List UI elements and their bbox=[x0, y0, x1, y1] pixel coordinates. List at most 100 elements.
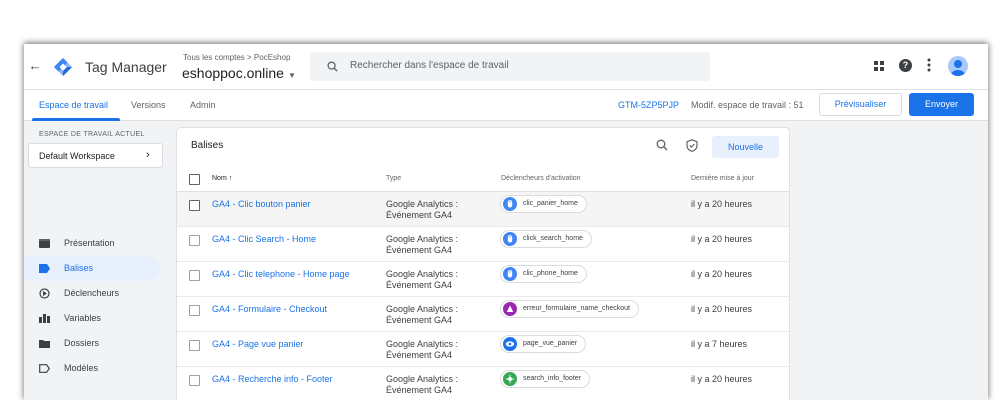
row-checkbox[interactable] bbox=[189, 340, 200, 351]
tag-type-line: Google Analytics : bbox=[386, 304, 459, 314]
click-icon bbox=[503, 197, 517, 211]
click-icon bbox=[503, 232, 517, 246]
custom-event-icon bbox=[503, 302, 517, 316]
tag-type: Google Analytics : Événement GA4 bbox=[386, 269, 496, 291]
trigger-chip[interactable]: search_info_footer bbox=[500, 370, 590, 388]
tab-versions[interactable]: Versions bbox=[131, 100, 166, 110]
sidebar-item-label: Déclencheurs bbox=[64, 288, 120, 298]
sidebar-item-variables[interactable]: Variables bbox=[24, 306, 161, 331]
table-row[interactable]: GA4 - Formulaire - Checkout Google Analyt… bbox=[177, 297, 789, 332]
select-all-checkbox[interactable] bbox=[189, 174, 200, 185]
back-arrow-icon[interactable]: ← bbox=[28, 58, 42, 74]
column-name-header[interactable]: Nom ↑ bbox=[212, 175, 232, 182]
tag-name-link[interactable]: GA4 - Clic telephone - Home page bbox=[212, 269, 350, 279]
sidebar-item-folders[interactable]: Dossiers bbox=[24, 331, 161, 356]
last-edited: il y a 20 heures bbox=[691, 374, 753, 384]
trigger-chip[interactable]: erreur_formulaire_name_checkout bbox=[500, 300, 639, 318]
row-checkbox[interactable] bbox=[189, 200, 200, 211]
table-row[interactable]: GA4 - Page vue panier Google Analytics :É… bbox=[177, 332, 789, 367]
last-edited: il y a 20 heures bbox=[691, 269, 753, 279]
tag-type: Google Analytics : Événement GA4 bbox=[386, 199, 496, 221]
trigger-name: search_info_footer bbox=[523, 375, 581, 382]
template-icon bbox=[39, 364, 50, 373]
trigger-chip[interactable]: click_search_home bbox=[500, 230, 592, 248]
sidebar-item-tags[interactable]: Balises bbox=[24, 256, 161, 281]
sidebar-item-label: Présentation bbox=[64, 238, 115, 248]
workspace-body: ESPACE DE TRAVAIL ACTUEL Default Workspa… bbox=[24, 121, 988, 400]
sidebar-item-overview[interactable]: Présentation bbox=[24, 231, 161, 256]
account-avatar[interactable] bbox=[948, 56, 968, 76]
trigger-name: clic_phone_home bbox=[523, 270, 578, 277]
column-last-edited-header[interactable]: Dernière mise à jour bbox=[691, 175, 754, 182]
row-checkbox[interactable] bbox=[189, 375, 200, 386]
tag-type-line: Événement GA4 bbox=[386, 315, 453, 325]
submit-button[interactable]: Envoyer bbox=[909, 93, 974, 116]
tag-type-line: Événement GA4 bbox=[386, 350, 453, 360]
table-row[interactable]: GA4 - Clic bouton panier Google Analytics… bbox=[177, 192, 789, 227]
shield-check-icon[interactable] bbox=[686, 139, 698, 152]
chevron-down-icon: ▼ bbox=[287, 71, 296, 80]
tag-name-link[interactable]: GA4 - Recherche info - Footer bbox=[212, 374, 333, 384]
tag-type-line: Événement GA4 bbox=[386, 210, 453, 220]
click-icon bbox=[503, 267, 517, 281]
row-checkbox[interactable] bbox=[189, 235, 200, 246]
more-vert-icon[interactable] bbox=[927, 58, 931, 72]
table-row[interactable]: GA4 - Recherche info - Footer Google Anal… bbox=[177, 367, 789, 400]
apps-grid-icon[interactable] bbox=[874, 61, 884, 71]
variables-icon bbox=[39, 314, 50, 323]
table-row[interactable]: GA4 - Clic Search - Home Google Analytics… bbox=[177, 227, 789, 262]
workspace-selector[interactable]: Default Workspace › bbox=[28, 143, 163, 168]
tab-workspace[interactable]: Espace de travail bbox=[39, 100, 108, 110]
search-icon[interactable] bbox=[656, 139, 668, 151]
tag-name-link[interactable]: GA4 - Clic Search - Home bbox=[212, 234, 316, 244]
sidebar-item-triggers[interactable]: Déclencheurs bbox=[24, 281, 161, 306]
container-name: eshoppoc.online bbox=[182, 65, 284, 81]
tag-name-link[interactable]: GA4 - Formulaire - Checkout bbox=[212, 304, 327, 314]
tag-type-line: Google Analytics : bbox=[386, 339, 459, 349]
app-window: ← Tag Manager Tous les comptes > PocEsho… bbox=[24, 44, 988, 400]
last-edited: il y a 20 heures bbox=[691, 234, 753, 244]
tag-name-link[interactable]: GA4 - Page vue panier bbox=[212, 339, 304, 349]
last-edited: il y a 7 heures bbox=[691, 339, 748, 349]
tag-name-link[interactable]: GA4 - Clic bouton panier bbox=[212, 199, 311, 209]
tag-type: Google Analytics : Événement GA4 bbox=[386, 339, 496, 361]
trigger-chip[interactable]: page_vue_panier bbox=[500, 335, 587, 353]
table-row[interactable]: GA4 - Clic telephone - Home page Google A… bbox=[177, 262, 789, 297]
trigger-name: click_search_home bbox=[523, 235, 583, 242]
row-checkbox[interactable] bbox=[189, 270, 200, 281]
tab-admin[interactable]: Admin bbox=[190, 100, 216, 110]
trigger-icon bbox=[39, 288, 50, 299]
top-header: ← Tag Manager Tous les comptes > PocEsho… bbox=[24, 44, 988, 89]
tag-type: Google Analytics : Événement GA4 bbox=[386, 374, 496, 396]
workspace-nav: Espace de travail Versions Admin GTM-5ZP… bbox=[24, 89, 988, 121]
sidebar-item-label: Modèles bbox=[64, 363, 99, 373]
tag-type-line: Événement GA4 bbox=[386, 280, 453, 290]
tag-type-line: Google Analytics : bbox=[386, 234, 459, 244]
row-checkbox[interactable] bbox=[189, 305, 200, 316]
search-placeholder: Rechercher dans l'espace de travail bbox=[350, 60, 509, 71]
current-workspace-label: ESPACE DE TRAVAIL ACTUEL bbox=[39, 131, 145, 138]
sidebar-item-label: Balises bbox=[64, 263, 94, 273]
app-name: Tag Manager bbox=[85, 59, 167, 75]
account-breadcrumb[interactable]: Tous les comptes > PocEshop bbox=[183, 53, 290, 62]
folder-icon bbox=[39, 340, 50, 348]
sidebar-item-label: Dossiers bbox=[64, 338, 100, 348]
sidebar-item-templates[interactable]: Modèles bbox=[24, 356, 161, 381]
preview-button[interactable]: Prévisualiser bbox=[819, 93, 902, 116]
tag-type-line: Google Analytics : bbox=[386, 199, 459, 209]
column-type-header[interactable]: Type bbox=[386, 175, 401, 182]
workspace-search[interactable]: Rechercher dans l'espace de travail bbox=[310, 52, 710, 81]
trigger-chip[interactable]: clic_phone_home bbox=[500, 265, 587, 283]
tags-card-title: Balises bbox=[191, 140, 224, 151]
new-tag-button[interactable]: Nouvelle bbox=[712, 136, 779, 158]
trigger-chip[interactable]: clic_panier_home bbox=[500, 195, 587, 213]
tag-type-line: Google Analytics : bbox=[386, 269, 459, 279]
help-icon[interactable]: ? bbox=[899, 59, 912, 72]
container-id[interactable]: GTM-5ZP5PJP bbox=[618, 100, 679, 110]
tag-type-line: Google Analytics : bbox=[386, 374, 459, 384]
tag-icon bbox=[39, 264, 50, 273]
container-selector[interactable]: eshoppoc.online ▼ bbox=[182, 65, 296, 81]
tag-type-line: Événement GA4 bbox=[386, 385, 453, 395]
column-triggers-header[interactable]: Déclencheurs d'activation bbox=[501, 175, 581, 182]
pageview-icon bbox=[503, 337, 517, 351]
